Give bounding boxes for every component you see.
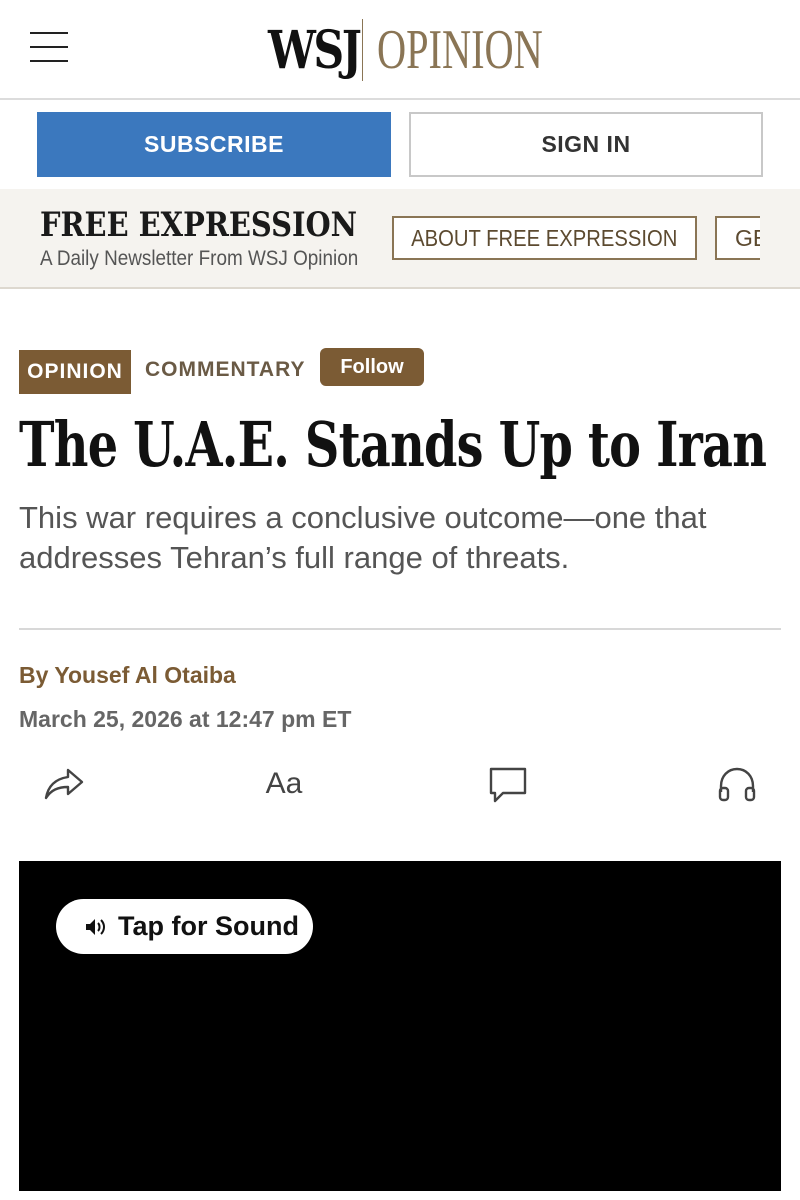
divider [19, 628, 781, 630]
logo-opinion: OPINION [377, 19, 543, 81]
category-commentary[interactable]: COMMENTARY [145, 358, 306, 382]
article-dek: This war requires a conclusive outcome—o… [19, 500, 707, 575]
logo-wsj: WSJ [268, 19, 362, 81]
about-free-expression-label: ABOUT FREE EXPRESSION [411, 224, 678, 251]
follow-button[interactable]: Follow [320, 348, 424, 386]
share-icon[interactable] [40, 760, 88, 808]
sign-in-button[interactable]: SIGN IN [409, 112, 763, 177]
text-size-icon[interactable]: Aa [260, 760, 308, 808]
article-headline: The U.A.E. Stands Up to Iran [19, 408, 767, 481]
wsj-opinion-logo[interactable]: WSJ OPINION [268, 18, 607, 82]
headphones-icon[interactable] [713, 760, 761, 808]
tap-for-sound-label: Tap for Sound [118, 911, 299, 941]
tap-for-sound-button[interactable]: Tap for Sound [56, 899, 313, 954]
speaker-icon [84, 916, 108, 938]
newsletter-title[interactable]: FREE EXPRESSION [40, 205, 357, 245]
publish-date: March 25, 2026 at 12:47 pm ET [19, 706, 352, 732]
hamburger-menu-icon[interactable] [30, 32, 70, 64]
about-free-expression-button[interactable]: ABOUT FREE EXPRESSION [392, 216, 697, 260]
top-header: WSJ OPINION [0, 0, 800, 100]
comment-icon[interactable] [484, 760, 532, 808]
subscribe-button[interactable]: SUBSCRIBE [37, 112, 391, 177]
author-byline[interactable]: By Yousef Al Otaiba [19, 662, 236, 689]
logo-divider [362, 19, 363, 81]
newsletter-subtitle: A Daily Newsletter From WSJ Opinion [40, 247, 359, 270]
section-tag-opinion[interactable]: OPINION [19, 350, 131, 394]
newsletter-scroll-fade [760, 200, 800, 280]
